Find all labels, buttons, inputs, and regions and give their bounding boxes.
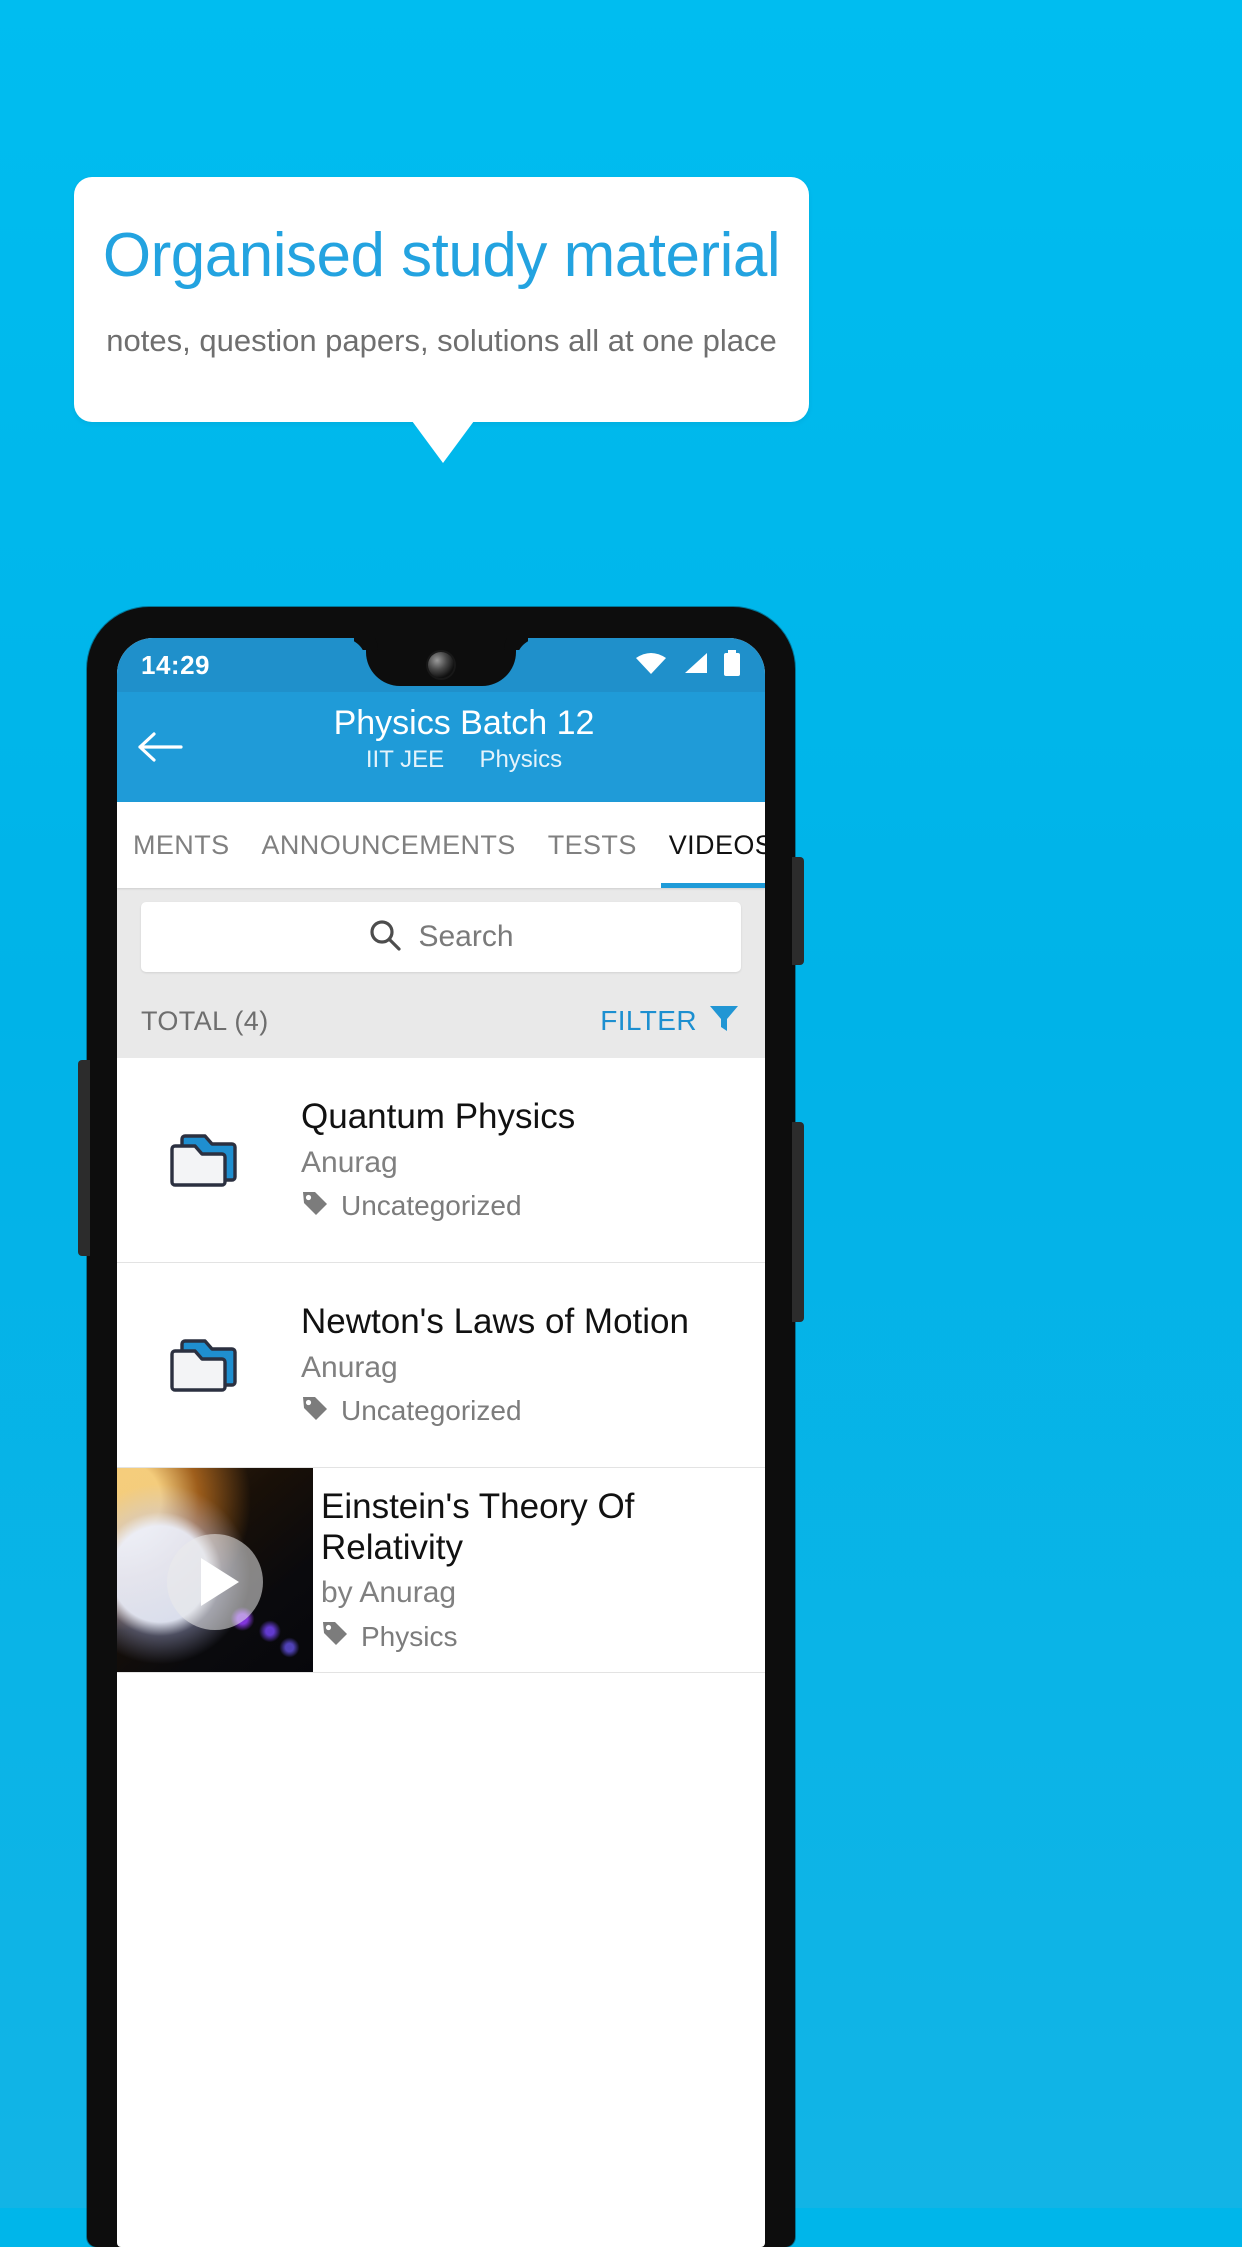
tab-bar: MENTS ANNOUNCEMENTS TESTS VIDEOS	[117, 802, 765, 888]
filter-label: FILTER	[600, 1005, 697, 1036]
list-item-tag: Uncategorized	[301, 1189, 745, 1224]
list-item-tag: Uncategorized	[301, 1394, 745, 1429]
list-item-body: Einstein's Theory Of Relativity by Anura…	[313, 1486, 765, 1655]
wifi-icon	[635, 651, 667, 680]
tag-label: Uncategorized	[341, 1190, 522, 1222]
list-item[interactable]: Newton's Laws of Motion Anurag Uncategor…	[117, 1263, 765, 1468]
page-title: Physics Batch 12	[333, 704, 595, 742]
folder-icon	[117, 1128, 293, 1192]
phone-screen: 14:29 Physics Batch 12 IIT JEE Physics M…	[117, 638, 765, 2247]
tab-label: ANNOUNCEMENTS	[261, 829, 516, 860]
tab-label: TESTS	[547, 829, 637, 860]
list-item[interactable]: Quantum Physics Anurag Uncategorized	[117, 1058, 765, 1263]
list-item-author: Anurag	[301, 1145, 398, 1179]
app-bar-text: Physics Batch 12 IIT JEE Physics	[163, 692, 765, 774]
list-item-author: Anurag	[301, 1350, 398, 1384]
tab-ments[interactable]: MENTS	[117, 802, 246, 888]
signal-icon	[681, 651, 709, 680]
tab-videos[interactable]: VIDEOS	[653, 802, 765, 888]
play-triangle	[201, 1558, 239, 1607]
tag-icon	[301, 1189, 329, 1224]
promo-subtitle: notes, question papers, solutions all at…	[106, 323, 777, 358]
app-bar: Physics Batch 12 IIT JEE Physics	[117, 692, 765, 802]
list-item-title: Quantum Physics	[301, 1097, 576, 1137]
page-subtitle: IIT JEE Physics	[163, 746, 765, 774]
tag-icon	[301, 1394, 329, 1429]
promo-callout-card: Organised study material notes, question…	[74, 177, 809, 422]
tag-label: Uncategorized	[341, 1395, 522, 1427]
tab-label: VIDEOS	[668, 829, 765, 860]
search-placeholder: Search	[418, 920, 514, 953]
battery-icon	[723, 649, 741, 681]
phone-volume-button	[78, 1060, 90, 1256]
tag-label: Physics	[361, 1620, 458, 1652]
phone-side-button	[792, 1122, 804, 1322]
status-icons	[635, 649, 741, 681]
tab-tests[interactable]: TESTS	[532, 802, 653, 888]
promo-callout-tail	[412, 421, 474, 463]
phone-mockup: 14:29 Physics Batch 12 IIT JEE Physics M…	[78, 607, 804, 2247]
play-icon[interactable]	[167, 1534, 263, 1631]
search-icon	[368, 918, 402, 957]
video-thumbnail[interactable]	[117, 1468, 313, 1672]
search-input[interactable]: Search	[141, 902, 741, 972]
tab-announcements[interactable]: ANNOUNCEMENTS	[246, 802, 532, 888]
total-count-label: TOTAL (4)	[141, 1005, 269, 1036]
funnel-icon	[707, 1001, 741, 1042]
front-camera	[428, 652, 454, 678]
list-toolbar: TOTAL (4) FILTER	[117, 984, 765, 1058]
phone-power-button	[792, 857, 804, 965]
folder-icon	[117, 1333, 293, 1397]
tab-label: MENTS	[133, 829, 230, 860]
list-item-title: Einstein's Theory Of Relativity	[321, 1486, 635, 1567]
list-item-body: Newton's Laws of Motion Anurag Uncategor…	[293, 1301, 765, 1428]
list-item-title: Newton's Laws of Motion	[301, 1302, 689, 1342]
promo-title: Organised study material	[102, 221, 781, 290]
filter-button[interactable]: FILTER	[600, 1001, 741, 1042]
subject-label: Physics	[479, 746, 563, 774]
status-time: 14:29	[141, 649, 210, 680]
list-item-tag: Physics	[321, 1619, 745, 1654]
list-item-author: by Anurag	[321, 1576, 457, 1610]
content-list: Quantum Physics Anurag Uncategorized New…	[117, 1058, 765, 1673]
tag-icon	[321, 1619, 349, 1654]
list-item-body: Quantum Physics Anurag Uncategorized	[293, 1096, 765, 1223]
list-item[interactable]: Einstein's Theory Of Relativity by Anura…	[117, 1468, 765, 1673]
search-section: Search	[117, 888, 765, 984]
exam-label: IIT JEE	[365, 746, 445, 774]
